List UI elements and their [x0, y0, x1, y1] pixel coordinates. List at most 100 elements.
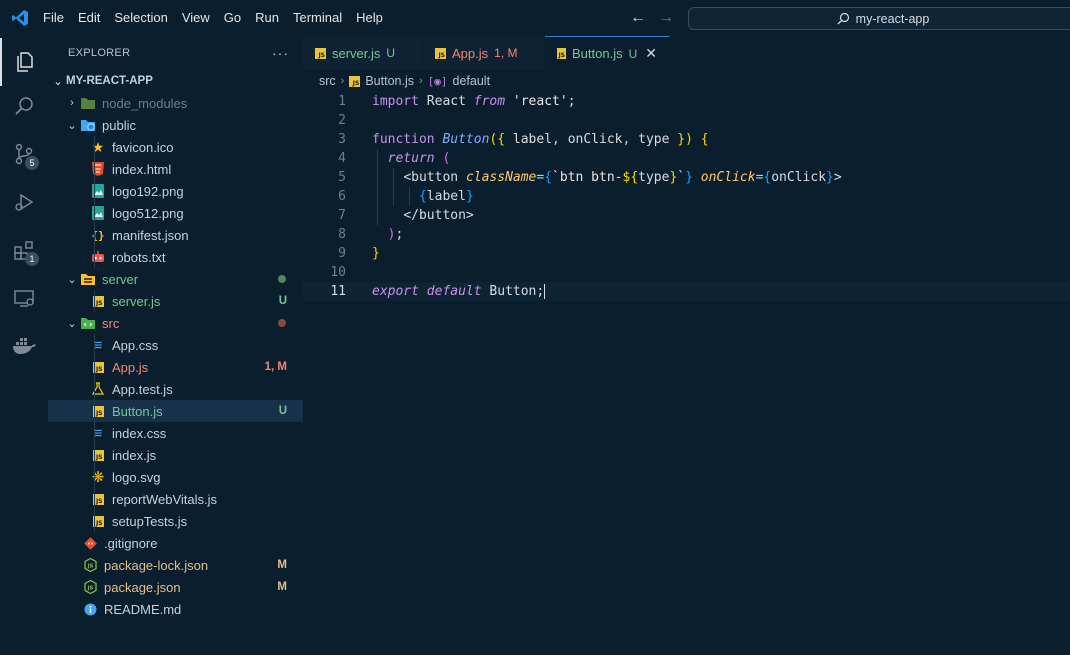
js-file-icon: JS [90, 359, 106, 375]
code-text: } [372, 246, 380, 261]
title-bar: File Edit Selection View Go Run Terminal… [0, 0, 1070, 36]
code-text: <button className={`btn btn-${type}`} on… [403, 170, 842, 185]
tree-file-app-test-js[interactable]: App.test.js [48, 378, 303, 400]
back-arrow-icon[interactable]: ← [630, 9, 646, 27]
tree-file-app-js[interactable]: JS App.js 1, M [48, 356, 303, 378]
explorer-files-icon[interactable] [0, 38, 48, 86]
src-folder-icon [80, 315, 96, 331]
search-activity-icon[interactable] [0, 82, 48, 130]
tree-label: robots.txt [112, 249, 166, 265]
nodejs-icon: JS [82, 579, 98, 595]
image-file-icon [90, 183, 106, 199]
extensions-badge: 1 [25, 252, 39, 266]
tree-file-index-js[interactable]: JS index.js [48, 444, 303, 466]
line-number: 10 [330, 265, 346, 280]
tab-bar: JS server.js U JS App.js 1, M JS Button.… [303, 36, 1070, 70]
tab-app-js[interactable]: JS App.js 1, M [423, 36, 545, 70]
close-icon[interactable]: ✕ [645, 45, 657, 62]
tree-file-button-js[interactable]: JS Button.js U [48, 400, 303, 422]
code-text: return ( [387, 151, 451, 166]
tree-folder-public[interactable]: ⌄ public [48, 114, 303, 136]
breadcrumb-folder[interactable]: src [319, 74, 336, 88]
tree-file-favicon[interactable]: ★ favicon.ico [48, 136, 303, 158]
json-braces-icon: {} [91, 228, 105, 242]
code-text: import React from 'react'; [372, 94, 576, 109]
image-file-icon [90, 205, 106, 221]
project-root[interactable]: ⌄ MY-REACT-APP [48, 70, 303, 92]
svg-asterisk-icon: ❋ [91, 469, 105, 486]
code-text: function Button({ label, onClick, type }… [372, 132, 709, 147]
tree-label: .gitignore [104, 535, 158, 551]
tree-file-logo192[interactable]: logo192.png [48, 180, 303, 202]
code-text: {label} [418, 189, 474, 204]
tab-label: Button.js [572, 46, 623, 61]
js-file-icon: JS [90, 513, 106, 529]
code-line: 8 ); [303, 225, 1070, 244]
line-number: 1 [338, 94, 346, 109]
tree-file-manifest[interactable]: {} manifest.json [48, 224, 303, 246]
code-line: 3 function Button({ label, onClick, type… [303, 130, 1070, 149]
menu-file[interactable]: File [40, 0, 71, 36]
tab-server-js[interactable]: JS server.js U [303, 36, 423, 70]
tree-file-package-json[interactable]: JS package.json M [48, 576, 303, 598]
docker-icon[interactable] [0, 322, 48, 370]
tab-label: server.js [332, 45, 381, 61]
tree-folder-node-modules[interactable]: › node_modules [48, 92, 303, 114]
tree-label: logo.svg [112, 469, 161, 485]
tree-file-logo512[interactable]: logo512.png [48, 202, 303, 224]
code-line: 2 [303, 111, 1070, 130]
tree-folder-server[interactable]: ⌄ server [48, 268, 303, 290]
tree-file-app-css[interactable]: ≡ App.css [48, 334, 303, 356]
more-actions-icon[interactable]: ··· [272, 45, 289, 61]
tree-file-logo-svg[interactable]: ❋ logo.svg [48, 466, 303, 488]
server-folder-icon [80, 271, 96, 287]
flask-icon [90, 381, 106, 397]
tree-file-gitignore[interactable]: .gitignore [48, 532, 303, 554]
code-line: 7 </button> [303, 206, 1070, 225]
code-text: </button> [403, 208, 474, 223]
svg-text:JS: JS [86, 564, 93, 570]
js-file-icon: JS [90, 491, 106, 507]
tree-file-readme[interactable]: README.md [48, 598, 303, 620]
tree-file-setup-tests[interactable]: JS setupTests.js [48, 510, 303, 532]
css-icon: ≡ [93, 336, 103, 354]
remote-explorer-icon[interactable] [0, 274, 48, 322]
source-control-icon[interactable]: 5 [0, 130, 48, 178]
tree-folder-src[interactable]: ⌄ src [48, 312, 303, 334]
explorer-header: EXPLORER ··· [48, 36, 303, 70]
tree-file-server-js[interactable]: JS server.js U [48, 290, 303, 312]
git-status: 1, M [264, 361, 287, 373]
code-line: 5 <button className={`btn btn-${type}`} … [303, 168, 1070, 187]
line-number: 7 [338, 208, 346, 223]
tab-button-js[interactable]: JS Button.js U ✕ [545, 36, 670, 70]
tab-status: U [386, 46, 396, 60]
menu-view[interactable]: View [175, 0, 217, 36]
tree-file-package-lock[interactable]: JS package-lock.json M [48, 554, 303, 576]
forward-arrow-icon[interactable]: → [658, 9, 674, 27]
tab-status: U [628, 46, 638, 61]
menu-help[interactable]: Help [349, 0, 390, 36]
menu-selection[interactable]: Selection [107, 0, 174, 36]
tab-label: App.js [452, 45, 489, 61]
menu-edit[interactable]: Edit [71, 0, 107, 36]
extensions-icon[interactable]: 1 [0, 226, 48, 274]
tree-file-report-web-vitals[interactable]: JS reportWebVitals.js [48, 488, 303, 510]
tree-file-index-css[interactable]: ≡ index.css [48, 422, 303, 444]
tree-label: setupTests.js [112, 513, 188, 529]
svg-text:JS: JS [86, 586, 93, 592]
menu-go[interactable]: Go [217, 0, 248, 36]
line-number: 3 [338, 132, 346, 147]
explorer-sidebar: EXPLORER ··· ⌄ MY-REACT-APP › node_modul… [48, 36, 303, 655]
project-name: MY-REACT-APP [66, 75, 153, 87]
menu-run[interactable]: Run [248, 0, 286, 36]
run-debug-icon[interactable] [0, 178, 48, 226]
menu-terminal[interactable]: Terminal [286, 0, 349, 36]
command-center-search[interactable]: my-react-app [688, 7, 1070, 30]
breadcrumb-symbol[interactable]: default [453, 74, 491, 88]
folder-icon [80, 95, 96, 111]
tree-file-index-html[interactable]: index.html [48, 158, 303, 180]
breadcrumb-file[interactable]: Button.js [365, 74, 414, 88]
activity-bar: 5 1 [0, 36, 48, 655]
tree-file-robots[interactable]: robots.txt [48, 246, 303, 268]
code-editor[interactable]: 1 import React from 'react'; 2 3 functio… [303, 92, 1070, 301]
